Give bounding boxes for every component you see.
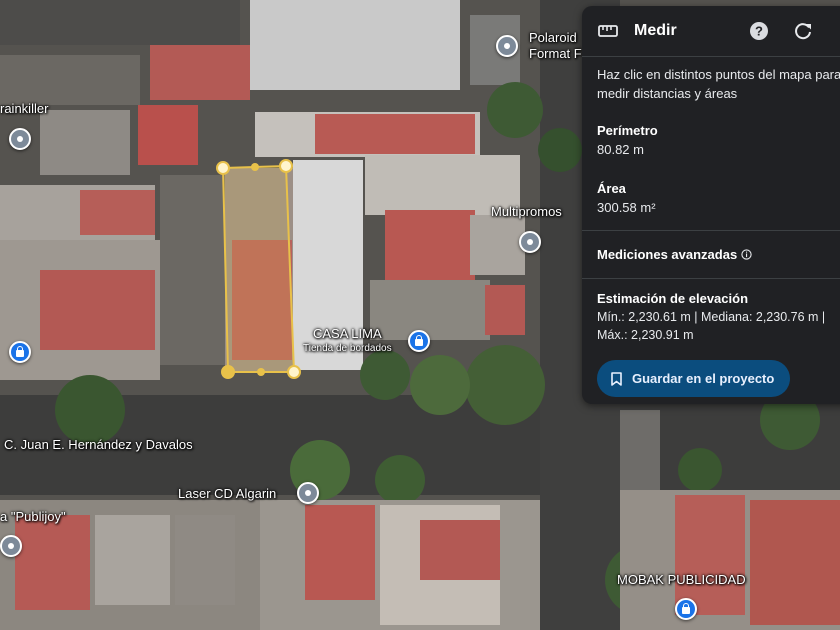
shopping-bag-icon bbox=[16, 345, 24, 357]
measure-midpoint[interactable] bbox=[257, 368, 265, 376]
info-icon[interactable] bbox=[741, 249, 752, 260]
area-value: 300.58 m² bbox=[597, 200, 656, 215]
elevation-values-line1: Mín.: 2,230.61 m | Mediana: 2,230.76 m | bbox=[597, 310, 826, 324]
place-label-casa-lima[interactable]: CASA LIMA bbox=[313, 326, 382, 341]
refresh-icon[interactable] bbox=[792, 20, 814, 42]
place-label-polaroid-line2[interactable]: Format F bbox=[529, 46, 582, 61]
panel-title: Medir bbox=[634, 22, 677, 39]
perimeter-label: Perímetro bbox=[597, 123, 658, 138]
measurement-area bbox=[221, 164, 296, 373]
place-pin-publijoy[interactable] bbox=[0, 535, 22, 557]
panel-description: Haz clic en distintos puntos del mapa pa… bbox=[597, 67, 840, 101]
place-label-polaroid[interactable]: Polaroid bbox=[529, 30, 577, 45]
ruler-icon bbox=[598, 25, 618, 37]
panel-divider bbox=[582, 230, 840, 231]
place-label-laser-cd[interactable]: Laser CD Algarin bbox=[178, 486, 276, 501]
pin-dot-icon bbox=[504, 43, 510, 49]
place-label-painkiller[interactable]: rainkiller bbox=[0, 101, 48, 116]
save-to-project-button[interactable]: Guardar en el proyecto bbox=[597, 360, 790, 397]
shopping-pin-left[interactable] bbox=[9, 341, 31, 363]
shopping-pin-casa-lima[interactable] bbox=[408, 330, 430, 352]
shopping-pin-mobak[interactable] bbox=[675, 598, 697, 620]
elevation-values-line2: Máx.: 2,230.91 m bbox=[597, 328, 694, 342]
panel-header: Medir ? bbox=[582, 6, 840, 57]
place-sublabel-casa-lima: Tienda de bordados bbox=[303, 343, 392, 354]
pin-dot-icon bbox=[8, 543, 14, 549]
measure-vertex[interactable] bbox=[279, 159, 293, 173]
place-label-multipromos[interactable]: Multipromos bbox=[491, 204, 562, 219]
place-label-mobak[interactable]: MOBAK PUBLICIDAD bbox=[617, 572, 746, 587]
place-pin-polaroid[interactable] bbox=[496, 35, 518, 57]
panel-divider bbox=[582, 278, 840, 279]
measure-vertex[interactable] bbox=[216, 161, 230, 175]
elevation-label: Estimación de elevación bbox=[597, 291, 749, 306]
pin-dot-icon bbox=[527, 239, 533, 245]
save-to-project-label: Guardar en el proyecto bbox=[632, 371, 775, 386]
place-pin-laser-cd[interactable] bbox=[297, 482, 319, 504]
shopping-bag-icon bbox=[415, 334, 423, 346]
perimeter-value: 80.82 m bbox=[597, 142, 644, 157]
svg-text:?: ? bbox=[755, 24, 763, 39]
pin-dot-icon bbox=[305, 490, 311, 496]
place-pin-multipromos[interactable] bbox=[519, 231, 541, 253]
measure-vertex[interactable] bbox=[287, 365, 301, 379]
advanced-measurements-label[interactable]: Mediciones avanzadas bbox=[597, 247, 737, 262]
bookmark-icon bbox=[611, 371, 622, 386]
pin-dot-icon bbox=[17, 136, 23, 142]
area-label: Área bbox=[597, 181, 626, 196]
measure-panel: Medir ? Haz clic en distintos puntos del… bbox=[582, 6, 840, 404]
place-pin-painkiller[interactable] bbox=[9, 128, 31, 150]
help-icon[interactable]: ? bbox=[748, 20, 770, 42]
shopping-bag-icon bbox=[682, 602, 690, 614]
measure-vertex[interactable] bbox=[221, 365, 235, 379]
measure-midpoint[interactable] bbox=[251, 163, 259, 171]
place-label-publijoy[interactable]: a "Publijoy" bbox=[0, 509, 66, 524]
street-label: C. Juan E. Hernández y Davalos bbox=[4, 437, 193, 452]
